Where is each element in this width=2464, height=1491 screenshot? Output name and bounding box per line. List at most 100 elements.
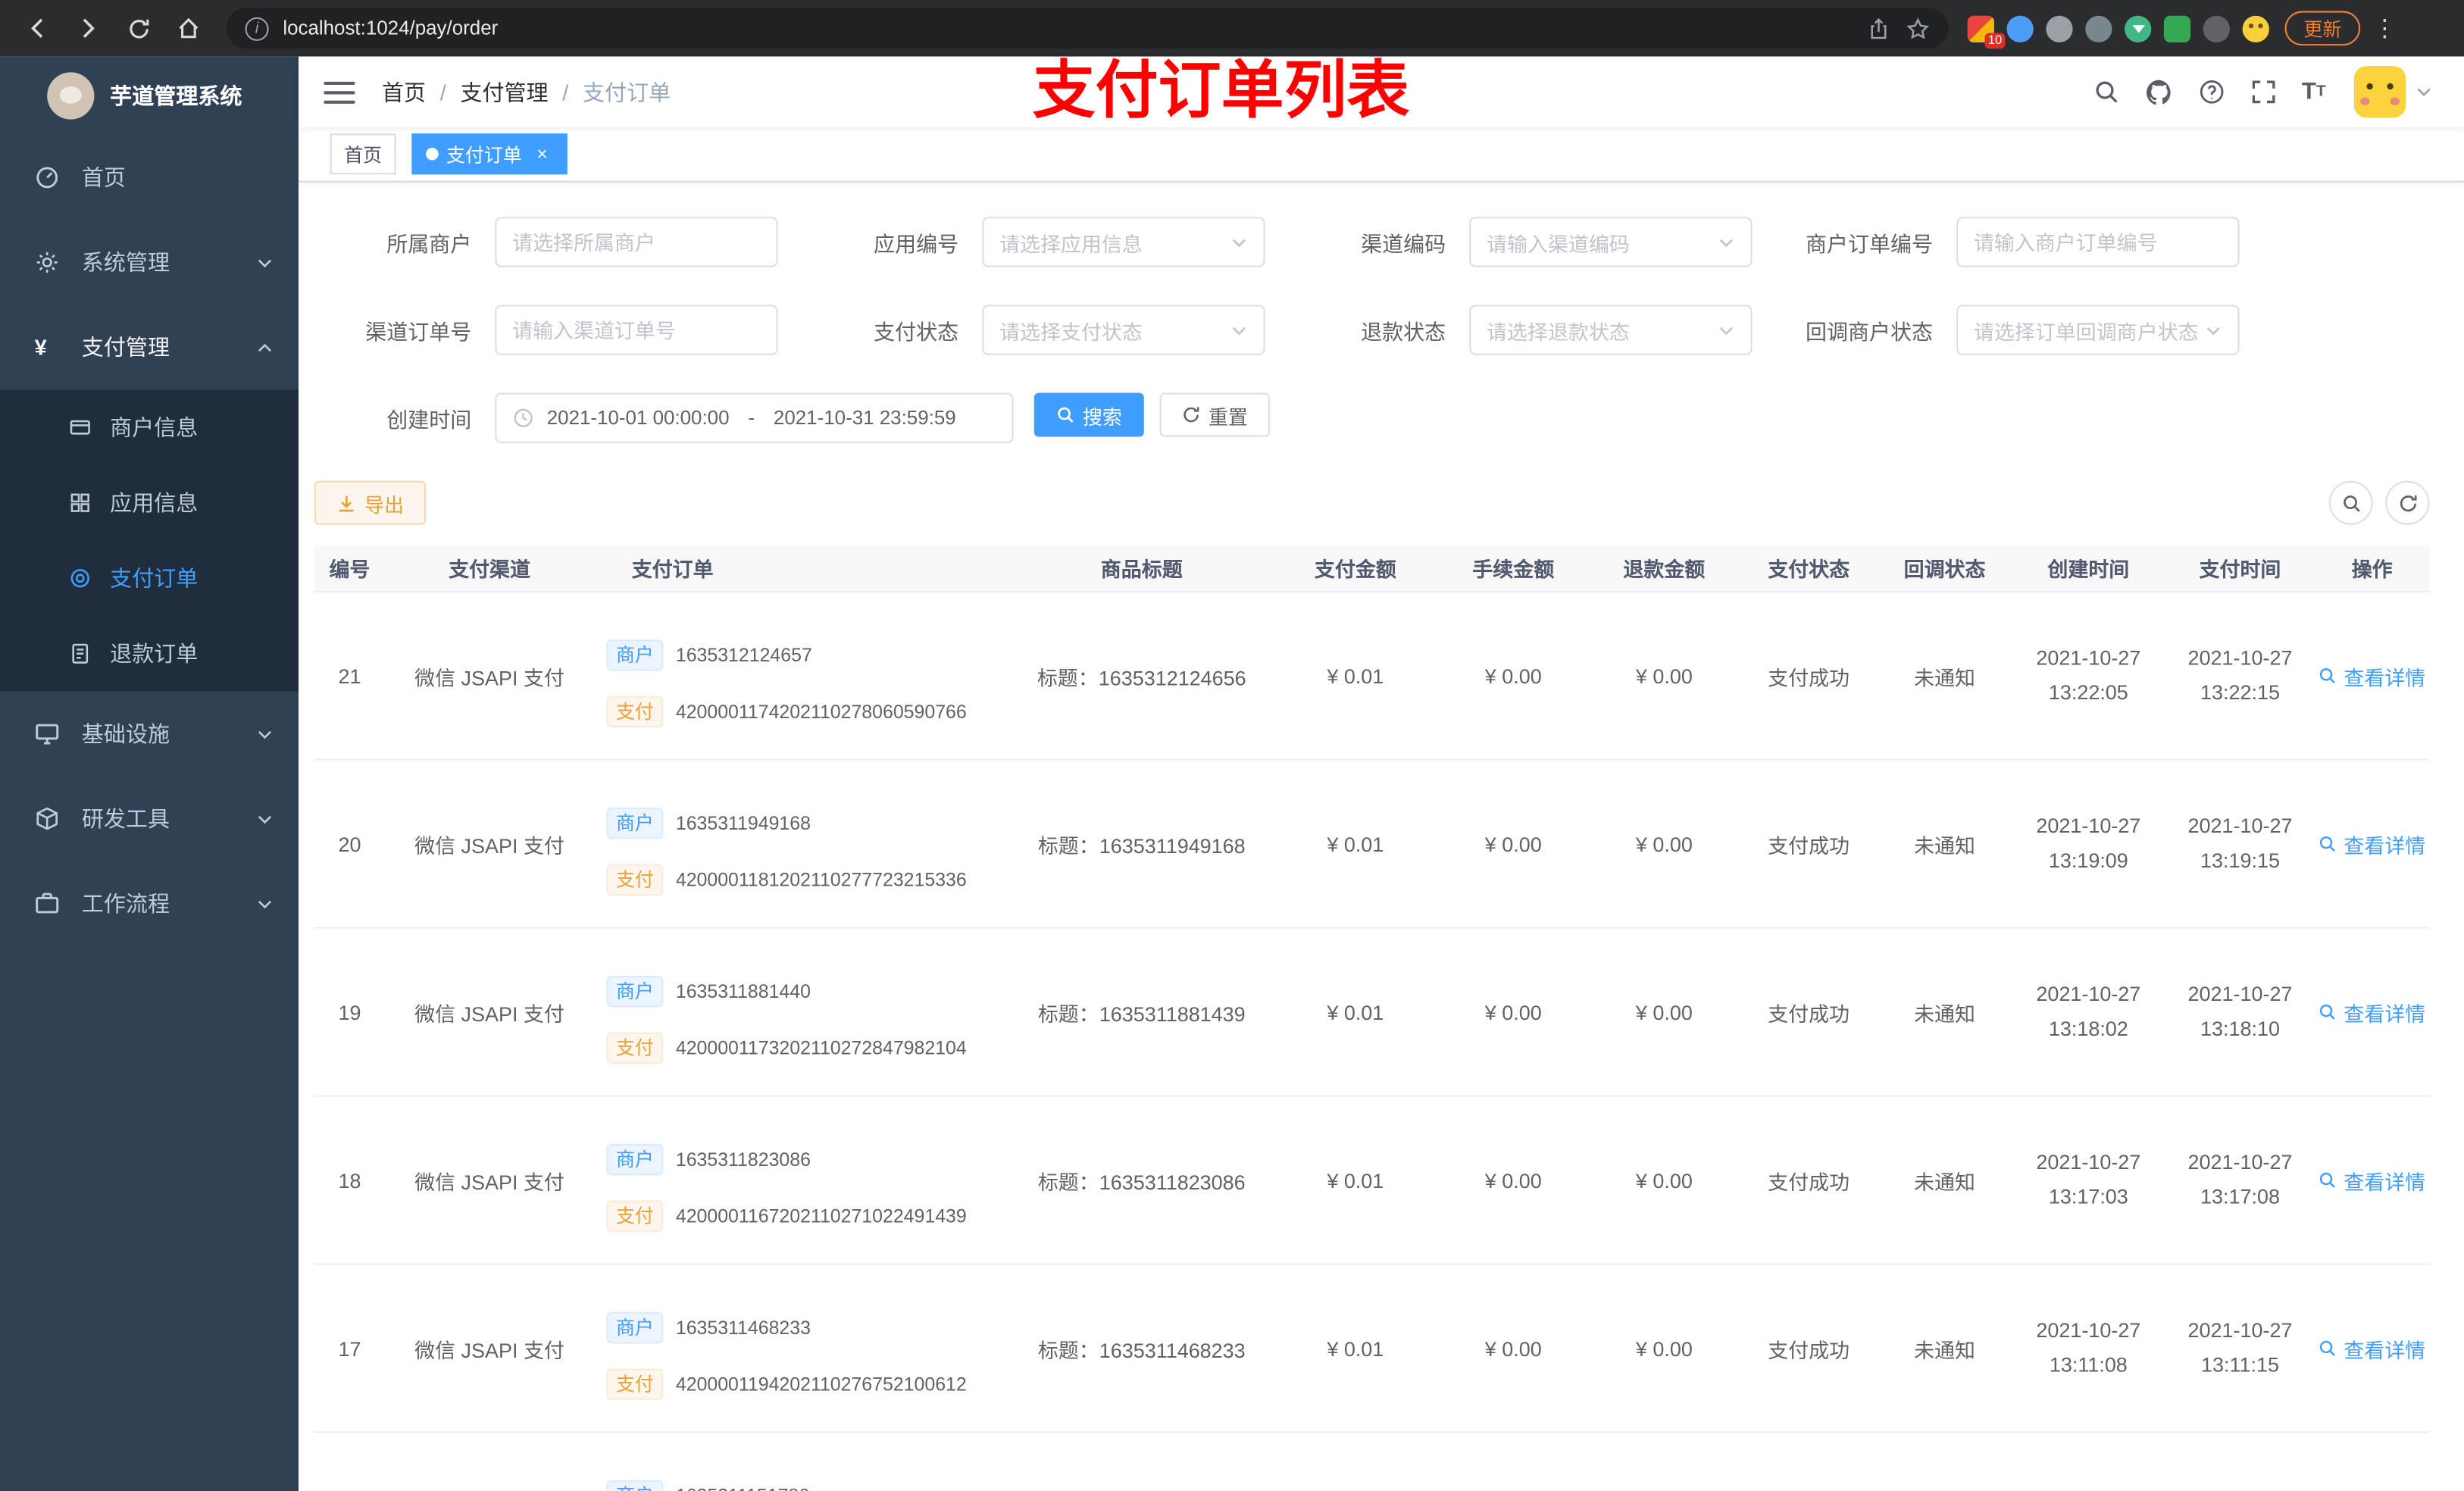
- share-icon[interactable]: [1867, 17, 1890, 40]
- col-title: 商品标题: [1100, 558, 1183, 582]
- extension-icon[interactable]: 10: [1967, 14, 2006, 48]
- help-icon[interactable]: [2198, 79, 2225, 105]
- filter-refund-status: 退款状态 请选择退款状态: [1289, 305, 1776, 355]
- merchant-badge: 商户: [606, 639, 664, 671]
- cell-action: 查看详情: [2315, 1265, 2429, 1432]
- breadcrumb-pay-manage[interactable]: 支付管理: [460, 77, 548, 108]
- channel-code-select[interactable]: 请输入渠道编码: [1469, 217, 1753, 267]
- emoji-extension-icon[interactable]: [2242, 14, 2269, 42]
- notify-status-select[interactable]: 请选择订单回调商户状态: [1956, 305, 2240, 355]
- pay-badge: 支付: [606, 1200, 664, 1233]
- view-detail-link[interactable]: 查看详情: [2319, 1333, 2425, 1363]
- sidebar-item-app-info[interactable]: 应用信息: [0, 465, 299, 541]
- sidebar-item-label: 支付订单: [110, 565, 199, 591]
- sidebar-item-system[interactable]: 系统管理: [0, 220, 299, 305]
- view-detail-link[interactable]: 查看详情: [2319, 661, 2425, 690]
- notify-status: 未通知: [1914, 1338, 1976, 1362]
- breadcrumb: 首页 / 支付管理 / 支付订单: [382, 77, 671, 108]
- sidebar-item-workflow[interactable]: 工作流程: [0, 861, 299, 946]
- search-icon[interactable]: [2093, 79, 2119, 105]
- channel-order-no-input[interactable]: [495, 305, 778, 355]
- cell-id: [314, 1433, 385, 1491]
- merchant-input[interactable]: [495, 217, 778, 267]
- cell-created: [2012, 1433, 2165, 1491]
- paid-time: 13:19:15: [2200, 848, 2280, 873]
- created-date: 2021-10-27: [2036, 1150, 2141, 1174]
- cell-action: 查看详情: [2315, 1097, 2429, 1264]
- sidebar-item-refund-order[interactable]: 退款订单: [0, 616, 299, 692]
- view-detail-link[interactable]: 查看详情: [2319, 997, 2425, 1027]
- pay-channel: 微信 JSAPI 支付: [414, 1338, 564, 1362]
- document-icon: [69, 642, 91, 664]
- sidebar-item-home[interactable]: 首页: [0, 135, 299, 220]
- extension-icon[interactable]: [2046, 14, 2073, 42]
- pay-channel: 微信 JSAPI 支付: [414, 1170, 564, 1194]
- product-title: 标题：1635312124656: [1037, 665, 1246, 689]
- avatar-caret-down-icon[interactable]: [2416, 83, 2433, 101]
- cell-status: 支付成功: [1740, 1265, 1878, 1432]
- extension-icon[interactable]: [2085, 14, 2112, 42]
- sidebar-item-devtools[interactable]: 研发工具: [0, 777, 299, 861]
- cell-action: [2315, 1433, 2429, 1491]
- refund-status-select[interactable]: 请选择退款状态: [1469, 305, 1753, 355]
- font-size-icon[interactable]: TT: [2302, 79, 2326, 105]
- merchant-badge: 商户: [606, 808, 664, 839]
- pay-order-no: 4200001194202110276752100612: [675, 1373, 967, 1396]
- toggle-search-icon[interactable]: [2328, 480, 2373, 525]
- tag-close-icon[interactable]: ×: [531, 143, 553, 165]
- reset-button[interactable]: 重置: [1159, 392, 1270, 437]
- fullscreen-icon[interactable]: [2250, 79, 2276, 105]
- sidebar-item-pay[interactable]: ¥ 支付管理: [0, 305, 299, 389]
- sidebar-item-merchant-info[interactable]: 商户信息: [0, 389, 299, 465]
- search-button[interactable]: 搜索: [1033, 392, 1144, 437]
- user-avatar[interactable]: [2353, 66, 2406, 118]
- pay-status-select[interactable]: 请选择支付状态: [982, 305, 1265, 355]
- pay-status: 支付成功: [1768, 1170, 1850, 1194]
- breadcrumb-current: 支付订单: [583, 79, 671, 105]
- refresh-table-icon[interactable]: [2385, 480, 2430, 525]
- fee-amount: ¥ 0.00: [1484, 1168, 1542, 1192]
- browser-update-button[interactable]: 更新: [2284, 11, 2361, 46]
- cell-order: 商户 1635311949168 支付 42000011812021102777…: [594, 761, 1011, 927]
- vue-devtools-icon[interactable]: [2125, 14, 2152, 42]
- channel-order-no-field[interactable]: [512, 317, 761, 342]
- table-row: 18 微信 JSAPI 支付 商户 1635311823086 支付 42000…: [314, 1096, 2430, 1265]
- home-icon[interactable]: [167, 6, 211, 50]
- browser-menu-icon[interactable]: ⋮: [2373, 14, 2397, 42]
- sidebar-logo[interactable]: 芋道管理系统: [0, 57, 299, 136]
- sidebar-item-infra[interactable]: 基础设施: [0, 692, 299, 777]
- merchant-order-line: 商户 1635311881440: [606, 975, 811, 1008]
- sidebar-item-pay-order[interactable]: 支付订单: [0, 540, 299, 616]
- merchant-order-no-input[interactable]: [1956, 217, 2240, 267]
- order-id: 18: [338, 1168, 361, 1192]
- info-icon[interactable]: i: [245, 16, 269, 40]
- app-id-select[interactable]: 请选择应用信息: [982, 217, 1265, 267]
- cell-amount: ¥ 0.01: [1273, 929, 1438, 1096]
- paid-date: 2021-10-27: [2187, 982, 2293, 1006]
- filter-label: 所属商户: [386, 232, 472, 257]
- view-detail-link[interactable]: 查看详情: [2319, 829, 2425, 858]
- back-icon[interactable]: [16, 6, 60, 50]
- url-text[interactable]: localhost:1024/pay/order: [283, 17, 1851, 39]
- extension-icon[interactable]: [2006, 14, 2034, 42]
- tag-pay-order[interactable]: 支付订单 ×: [411, 133, 568, 175]
- merchant-input-field[interactable]: [512, 230, 761, 254]
- extension-icon[interactable]: [2203, 14, 2231, 42]
- view-detail-link[interactable]: 查看详情: [2319, 1165, 2425, 1195]
- url-bar[interactable]: i localhost:1024/pay/order: [226, 8, 1949, 49]
- forward-icon[interactable]: [66, 6, 110, 50]
- refresh-icon[interactable]: [116, 6, 160, 50]
- created-time: 13:22:05: [2048, 680, 2128, 705]
- export-button[interactable]: 导出: [314, 480, 427, 525]
- hamburger-icon[interactable]: [324, 80, 355, 103]
- fee-amount: ¥ 0.00: [1484, 1336, 1542, 1361]
- page-content: 所属商户 应用编号 请选择应用信息 渠道编码: [299, 182, 2464, 1491]
- bookmark-star-icon[interactable]: [1906, 17, 1930, 40]
- merchant-order-no-field[interactable]: [1973, 230, 2222, 254]
- date-range-picker[interactable]: 2021-10-01 00:00:00 - 2021-10-31 23:59:5…: [495, 392, 1014, 443]
- tag-home[interactable]: 首页: [330, 133, 396, 175]
- merchant-badge: 商户: [606, 1143, 664, 1176]
- extension-icon[interactable]: [2163, 14, 2191, 42]
- github-icon[interactable]: [2144, 78, 2172, 106]
- breadcrumb-home[interactable]: 首页: [382, 77, 426, 108]
